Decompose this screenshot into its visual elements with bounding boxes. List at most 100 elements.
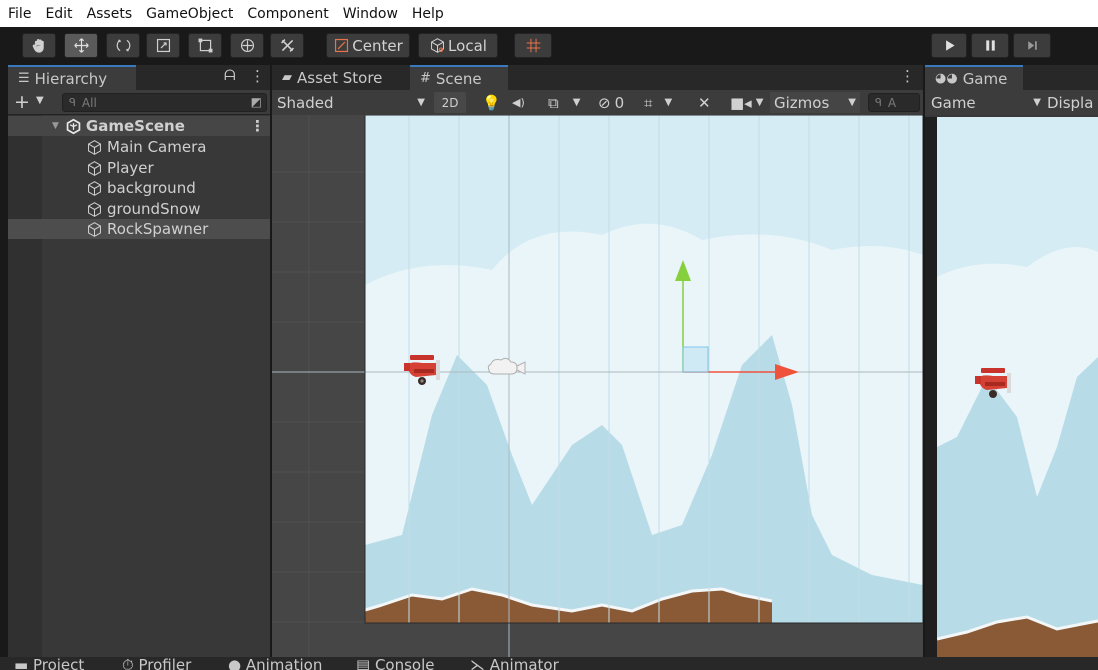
pause-button[interactable]	[971, 33, 1009, 58]
hierarchy-item-player[interactable]: Player	[8, 158, 270, 178]
menu-edit[interactable]: Edit	[45, 6, 72, 22]
shading-mode-dropdown[interactable]: Shaded ▼	[277, 92, 425, 113]
tools-icon: ✕	[698, 93, 711, 112]
hierarchy-tab-label: Hierarchy	[34, 69, 108, 88]
display-label: Displa	[1047, 93, 1094, 112]
chevron-down-icon: ▼	[848, 97, 856, 108]
hand-tool-button[interactable]	[22, 33, 56, 58]
play-icon	[945, 40, 955, 51]
scene-search-input[interactable]: ᑫ A	[868, 93, 920, 112]
tab-animator[interactable]: ⋋ Animator	[470, 658, 559, 670]
kebab-menu-icon[interactable]: ⋮	[250, 67, 265, 85]
lighting-toggle[interactable]: 💡	[482, 92, 501, 113]
grid-snap-button[interactable]	[514, 33, 552, 58]
tab-console[interactable]: ▤ Console	[356, 658, 435, 670]
chevron-down-icon[interactable]: ▼	[36, 95, 44, 106]
menu-component[interactable]: Component	[247, 6, 328, 22]
step-icon	[1027, 41, 1037, 50]
rect-tool-button[interactable]	[188, 33, 222, 58]
pivot-icon	[335, 38, 349, 53]
scene-tab-label: Scene	[435, 69, 482, 88]
gameobject-cube-icon	[88, 139, 101, 155]
move-icon	[73, 38, 89, 53]
menu-window[interactable]: Window	[343, 6, 398, 22]
hand-icon	[32, 39, 44, 53]
tab-animation[interactable]: ● Animation	[228, 658, 322, 670]
rotate-tool-button[interactable]	[106, 33, 140, 58]
menu-file[interactable]: File	[8, 6, 31, 22]
tab-profiler[interactable]: ⏱ Profiler	[122, 658, 191, 670]
menu-assets[interactable]: Assets	[87, 6, 133, 22]
hierarchy-item-groundsnow[interactable]: groundSnow	[8, 199, 270, 219]
hierarchy-panel: ☰ Hierarchy ᗩ ⋮ + ▼ ᑫ All ◩ ▼ GameScene …	[8, 65, 270, 657]
game-panel: ◕◕ Game Game ▼ Displa	[925, 65, 1098, 657]
game-toolbar: Game ▼ Displa	[925, 90, 1098, 115]
hierarchy-scene-row[interactable]: ▼ GameScene ⋮	[8, 116, 270, 136]
shopping-bag-icon: ▰	[282, 70, 292, 85]
tools-toggle[interactable]: ✕	[698, 92, 711, 113]
folder-icon: ▬	[14, 657, 33, 670]
lock-icon[interactable]: ᗩ	[224, 68, 236, 84]
scene-menu-icon[interactable]: ⋮	[250, 117, 265, 135]
step-button[interactable]	[1013, 33, 1051, 58]
move-tool-button[interactable]	[64, 33, 98, 58]
animator-tab-label: Animator	[489, 657, 559, 670]
custom-tool-button[interactable]	[270, 33, 304, 58]
tab-asset-store[interactable]: ▰ Asset Store	[272, 65, 408, 90]
audio-toggle[interactable]: ◀)	[512, 92, 525, 113]
pivot-center-button[interactable]: Center	[326, 33, 410, 58]
camera-icon: ■◂	[730, 93, 752, 112]
hierarchy-item-rockspawner[interactable]: RockSpawner	[8, 219, 270, 239]
hierarchy-tabbar: ☰ Hierarchy ᗩ ⋮	[8, 65, 270, 90]
pivot-space-button[interactable]: Local	[418, 33, 498, 58]
project-tab-label: Project	[32, 657, 85, 670]
tab-game[interactable]: ◕◕ Game	[925, 65, 1023, 90]
chevron-down-icon: ▼	[572, 97, 581, 108]
2d-toggle[interactable]: 2D	[434, 92, 466, 113]
scene-search-placeholder: A	[887, 95, 897, 110]
pivot-label: Center	[352, 36, 403, 55]
tab-project[interactable]: ▬ Project	[14, 658, 84, 670]
list-icon: ☰	[18, 71, 30, 86]
search-filter-icon[interactable]: ◩	[251, 95, 262, 109]
tab-hierarchy[interactable]: ☰ Hierarchy	[8, 65, 136, 90]
animation-tab-label: Animation	[245, 657, 323, 670]
add-icon[interactable]: +	[14, 91, 30, 113]
game-view-dropdown[interactable]: Game ▼	[931, 92, 1041, 113]
menu-bar: File Edit Assets GameObject Component Wi…	[0, 0, 1098, 27]
scale-tool-button[interactable]	[146, 33, 180, 58]
gizmos-dropdown[interactable]: Gizmos ▼	[770, 92, 860, 113]
hierarchy-search-input[interactable]: ᑫ All ◩	[62, 93, 267, 112]
effects-toggle[interactable]: ⧉ ▼	[548, 92, 580, 113]
menu-help[interactable]: Help	[412, 6, 444, 22]
grid-snap-icon	[526, 38, 540, 53]
scene-viewport[interactable]	[272, 115, 923, 657]
hierarchy-item-background[interactable]: background	[8, 178, 270, 198]
profiler-tab-label: Profiler	[138, 657, 192, 670]
play-button[interactable]	[931, 33, 967, 58]
menu-gameobject[interactable]: GameObject	[146, 6, 233, 22]
rect-icon	[198, 38, 212, 53]
chevron-down-icon[interactable]: ▼	[52, 121, 59, 131]
lightbulb-icon: 💡	[482, 93, 501, 112]
background-sprite[interactable]	[364, 115, 923, 623]
gameobject-cube-icon	[88, 160, 101, 176]
scene-visibility-toggle[interactable]: ⊘ 0	[598, 92, 624, 113]
kebab-menu-icon[interactable]: ⋮	[900, 67, 915, 85]
tab-scene[interactable]: # Scene	[410, 65, 508, 90]
rotate-icon	[116, 39, 130, 52]
pause-icon	[985, 40, 995, 51]
hidden-count: 0	[614, 93, 625, 112]
chevron-down-icon: ▼	[664, 97, 673, 108]
game-viewport[interactable]	[937, 117, 1098, 657]
grid-toggle[interactable]: ⌗ ▼	[644, 92, 672, 113]
shading-mode-label: Shaded	[277, 93, 334, 112]
2d-label: 2D	[441, 95, 459, 110]
speaker-icon: ◀)	[512, 96, 525, 109]
grid-icon: ⌗	[644, 93, 653, 112]
hierarchy-item-main-camera[interactable]: Main Camera	[8, 137, 270, 157]
transform-tool-button[interactable]	[230, 33, 264, 58]
display-dropdown[interactable]: Displa	[1047, 92, 1093, 113]
game-tab-label: Game	[962, 69, 1008, 88]
camera-toggle[interactable]: ■◂ ▼	[730, 92, 763, 113]
